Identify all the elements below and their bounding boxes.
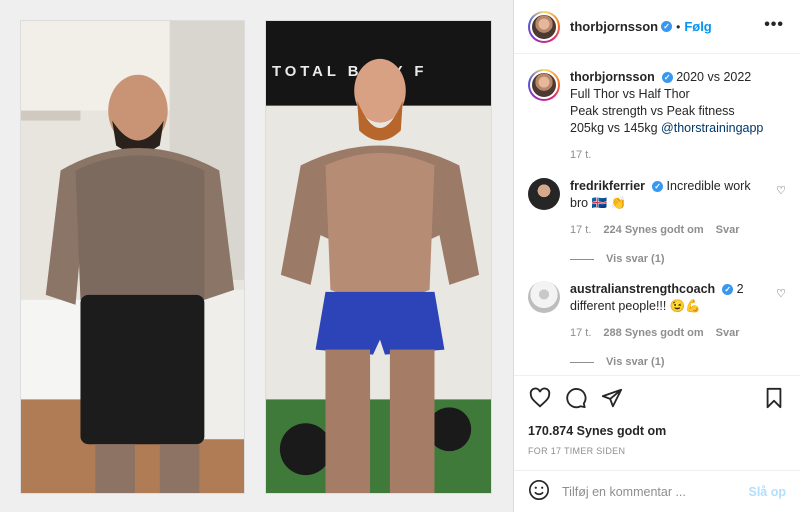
commenter-avatar[interactable]	[528, 178, 560, 210]
post-header: thorbjornsson ✓ • Følg •••	[514, 0, 800, 54]
verified-badge-icon: ✓	[652, 181, 664, 193]
view-replies-button[interactable]: Vis svar (1)	[570, 253, 786, 265]
author-username[interactable]: thorbjornsson	[570, 19, 658, 34]
header-user: thorbjornsson ✓ • Følg	[570, 19, 712, 34]
comment-body: fredrikferrier ✓ Incredible work bro 🇮🇸 👏…	[570, 178, 786, 239]
verified-badge-icon: ✓	[661, 72, 673, 84]
post-actions-bar: 170.874 Synes godt om FOR 17 TIMER SIDEN	[514, 375, 800, 456]
post-sidebar: thorbjornsson ✓ • Følg ••• thorbjornsson…	[513, 0, 800, 512]
commenter-username[interactable]: fredrikferrier	[570, 179, 645, 193]
before-photo-image	[21, 21, 244, 493]
comment-timestamp[interactable]: 17 t.	[570, 325, 591, 342]
dot-separator: •	[676, 19, 681, 34]
comment-bubble-icon[interactable]	[564, 386, 588, 410]
more-horizontal-icon[interactable]: •••	[764, 16, 784, 34]
view-replies-label: Vis svar (1)	[606, 253, 665, 265]
comment-timestamp[interactable]: 17 t.	[570, 222, 591, 239]
caption-author-avatar[interactable]	[528, 69, 560, 101]
emoji-smiley-icon[interactable]	[528, 479, 550, 504]
caption-line: 205kg vs 145kg	[570, 121, 658, 135]
share-paper-plane-icon[interactable]	[600, 386, 624, 410]
before-photo	[20, 20, 245, 494]
banner-text: TOTAL BODY F	[272, 64, 427, 80]
like-heart-icon[interactable]	[528, 386, 552, 410]
comment-reply-button[interactable]: Svar	[716, 222, 740, 239]
caption-meta: 17 t.	[570, 147, 768, 164]
comment-item: fredrikferrier ✓ Incredible work bro 🇮🇸 👏…	[528, 178, 786, 239]
save-bookmark-icon[interactable]	[762, 386, 786, 410]
verified-badge-icon: ✓	[661, 21, 673, 32]
caption-body: thorbjornsson ✓ 2020 vs 2022 Full Thor vs…	[570, 69, 786, 164]
after-photo: TOTAL BODY F	[265, 20, 492, 494]
post-caption: thorbjornsson ✓ 2020 vs 2022 Full Thor vs…	[528, 69, 786, 164]
verified-badge-icon: ✓	[722, 284, 734, 296]
caption-line: Full Thor vs Half Thor	[570, 87, 690, 101]
comment-meta: 17 t. 288 Synes godt om Svar	[570, 325, 768, 342]
comment-like-count[interactable]: 288 Synes godt om	[603, 325, 703, 342]
comment-like-heart-icon[interactable]: ♡	[776, 184, 786, 197]
after-photo-image: TOTAL BODY F	[266, 21, 491, 493]
replies-divider	[570, 258, 594, 260]
comment-item: australianstrengthcoach ✓ 2 different peo…	[528, 281, 786, 342]
comment-input[interactable]	[562, 484, 749, 499]
follow-button[interactable]: Følg	[684, 19, 711, 34]
action-buttons	[528, 386, 786, 410]
comment-body: australianstrengthcoach ✓ 2 different peo…	[570, 281, 786, 342]
post-media: TOTAL BODY F	[0, 0, 513, 512]
caption-timestamp[interactable]: 17 t.	[570, 147, 591, 164]
replies-divider	[570, 361, 594, 363]
caption-line: 2020 vs 2022	[676, 70, 752, 84]
post-like-count[interactable]: 170.874 Synes godt om	[528, 424, 786, 438]
view-replies-label: Vis svar (1)	[606, 356, 665, 368]
comment-reply-button[interactable]: Svar	[716, 325, 740, 342]
comment-like-count[interactable]: 224 Synes godt om	[603, 222, 703, 239]
commenter-username[interactable]: australianstrengthcoach	[570, 282, 715, 296]
commenter-avatar[interactable]	[528, 281, 560, 313]
add-comment-bar: Slå op	[514, 470, 800, 512]
view-replies-button[interactable]: Vis svar (1)	[570, 356, 786, 368]
comment-meta: 17 t. 224 Synes godt om Svar	[570, 222, 768, 239]
post-comment-button[interactable]: Slå op	[748, 485, 786, 499]
author-avatar[interactable]	[528, 10, 560, 43]
caption-username[interactable]: thorbjornsson	[570, 70, 655, 84]
caption-mention-link[interactable]: @thorstrainingapp	[661, 121, 763, 135]
post-timestamp[interactable]: FOR 17 TIMER SIDEN	[528, 446, 786, 456]
comment-like-heart-icon[interactable]: ♡	[776, 287, 786, 300]
comments-list: thorbjornsson ✓ 2020 vs 2022 Full Thor vs…	[514, 55, 800, 375]
caption-line: Peak strength vs Peak fitness	[570, 104, 735, 118]
